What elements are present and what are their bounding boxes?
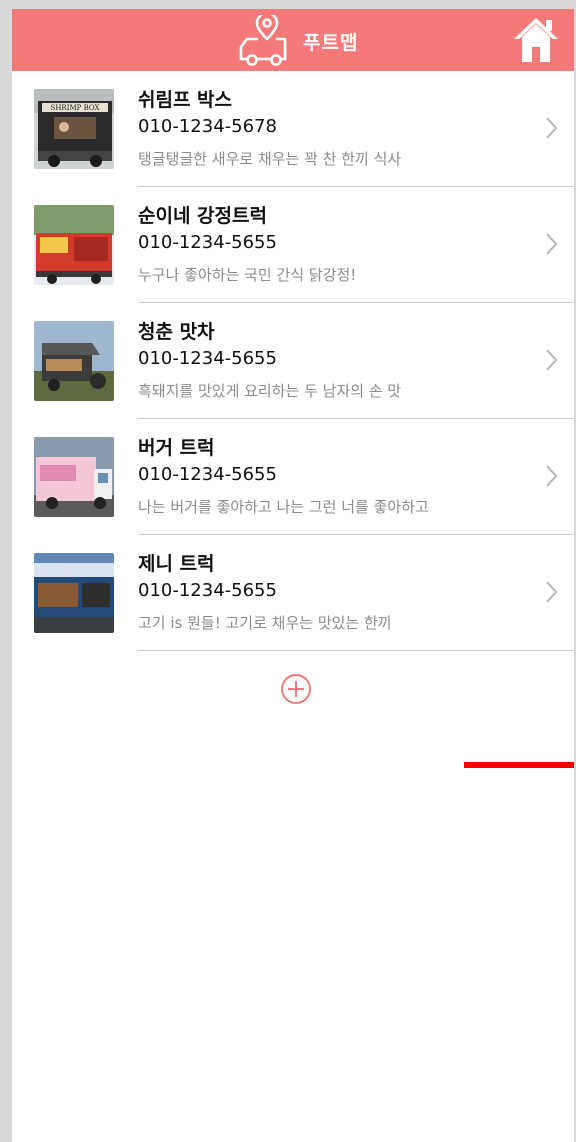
home-icon[interactable] — [512, 15, 560, 65]
plus-circle-icon — [281, 674, 311, 704]
truck-photo — [34, 205, 114, 285]
truck-description: 누구나 좋아하는 국민 간식 닭강정! — [138, 266, 357, 284]
divider — [138, 650, 574, 651]
list-item[interactable]: 청춘 맛차 010-1234-5655 흑돼지를 맛있게 요리하는 두 남자의 … — [12, 303, 574, 419]
truck-description: 탱글탱글한 새우로 채우는 꽉 찬 한끼 식사 — [138, 150, 402, 168]
chevron-right-icon — [546, 349, 558, 371]
list-item[interactable]: 버거 트럭 010-1234-5655 나는 버거를 좋아하고 나는 그런 너를… — [12, 419, 574, 535]
truck-phone: 010-1234-5655 — [138, 580, 277, 601]
chevron-right-icon — [546, 233, 558, 255]
truck-name: 순이네 강정트럭 — [138, 205, 267, 227]
truck-name: 청춘 맛차 — [138, 321, 215, 343]
window-frame-left — [0, 0, 12, 1142]
add-truck-button[interactable] — [280, 673, 312, 705]
chevron-right-icon — [546, 117, 558, 139]
app-title: 푸트맵 — [303, 31, 359, 54]
truck-phone: 010-1234-5655 — [138, 464, 277, 485]
truck-photo — [34, 553, 114, 633]
truck-description: 고기 is 뭔들! 고기로 채우는 맛있는 한끼 — [138, 614, 392, 632]
food-truck-list: SHRIMP BOX 쉬림프 박스 010-1234-5678 탱글탱글한 새우… — [12, 71, 574, 651]
chevron-right-icon — [546, 465, 558, 487]
red-line-mark — [464, 762, 574, 768]
brand: 푸트맵 — [237, 15, 358, 67]
truck-location-pin-icon — [239, 15, 287, 66]
truck-description: 흑돼지를 맛있게 요리하는 두 남자의 손 맛 — [138, 382, 402, 400]
truck-name: 버거 트럭 — [138, 437, 215, 459]
truck-photo: SHRIMP BOX — [34, 89, 114, 169]
truck-name: 쉬림프 박스 — [138, 89, 233, 111]
list-item[interactable]: 순이네 강정트럭 010-1234-5655 누구나 좋아하는 국민 간식 닭강… — [12, 187, 574, 303]
chevron-right-icon — [546, 581, 558, 603]
truck-phone: 010-1234-5655 — [138, 348, 277, 369]
svg-text:SHRIMP BOX: SHRIMP BOX — [51, 104, 100, 112]
truck-name: 제니 트럭 — [138, 553, 215, 575]
truck-photo — [34, 321, 114, 401]
list-item[interactable]: 제니 트럭 010-1234-5655 고기 is 뭔들! 고기로 채우는 맛있… — [12, 535, 574, 651]
window-frame-top — [0, 0, 576, 9]
truck-description: 나는 버거를 좋아하고 나는 그런 너를 좋아하고 — [138, 498, 429, 516]
truck-phone: 010-1234-5655 — [138, 232, 277, 253]
list-item[interactable]: SHRIMP BOX 쉬림프 박스 010-1234-5678 탱글탱글한 새우… — [12, 71, 574, 187]
truck-photo — [34, 437, 114, 517]
app-header: 푸트맵 — [12, 9, 574, 71]
truck-phone: 010-1234-5678 — [138, 116, 277, 137]
